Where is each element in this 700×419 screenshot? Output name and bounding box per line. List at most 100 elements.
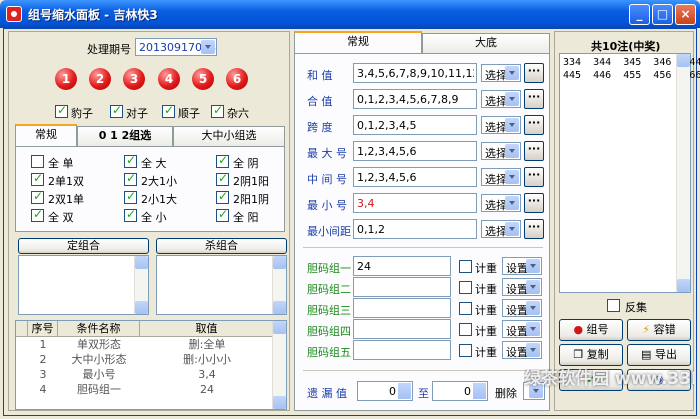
missing-to-input[interactable]: 0: [432, 381, 488, 401]
mid-select[interactable]: 选择: [481, 168, 521, 186]
tab-dazhongxiao[interactable]: 大中小组选: [173, 126, 285, 146]
hezhi2-input[interactable]: 0,1,2,3,4,5,6,7,8,9: [353, 89, 477, 109]
ball-5[interactable]: 5: [192, 68, 214, 90]
dan-weight-check-4[interactable]: [459, 323, 472, 336]
chevron-down-icon[interactable]: [526, 280, 540, 294]
opt-quan-shuang[interactable]: [31, 207, 44, 222]
kill-combo-textbox[interactable]: [156, 255, 287, 315]
mid-input[interactable]: 1,2,3,4,5,6: [353, 167, 477, 187]
scrollbar[interactable]: [676, 54, 690, 292]
kuadu-more-button[interactable]: ···: [524, 115, 544, 135]
table-row[interactable]: 2 大中小形态 删:小小小: [16, 353, 274, 367]
ball-4[interactable]: 4: [158, 68, 180, 90]
fixed-combo-button[interactable]: 定组合: [18, 238, 149, 254]
max-more-button[interactable]: ···: [524, 141, 544, 161]
maximize-button[interactable]: □: [652, 4, 673, 25]
copy-button[interactable]: ❐ 复制: [559, 344, 623, 366]
mid-more-button[interactable]: ···: [524, 167, 544, 187]
scroll-up-icon[interactable]: [135, 256, 148, 269]
spinner-icon[interactable]: [398, 383, 411, 399]
scroll-down-icon[interactable]: [273, 301, 286, 314]
scroll-up-icon[interactable]: [273, 321, 286, 334]
min-select[interactable]: 选择: [481, 194, 521, 212]
mingap-more-button[interactable]: ···: [524, 219, 544, 239]
chevron-down-icon[interactable]: [505, 92, 519, 106]
max-select[interactable]: 选择: [481, 142, 521, 160]
tab-middle-normal[interactable]: 常规: [294, 31, 422, 53]
check-zaliu[interactable]: [211, 103, 224, 118]
hezhi2-select[interactable]: 选择: [481, 90, 521, 108]
mingap-input[interactable]: 0,1,2: [353, 219, 477, 239]
group-number-button[interactable]: ● 组号: [559, 319, 623, 341]
opt-2yang1yin[interactable]: [216, 189, 229, 204]
hezhi-input[interactable]: 3,4,5,6,7,8,9,10,11,12,: [353, 63, 477, 83]
dan-weight-check-2[interactable]: [459, 281, 472, 294]
opt-quan-da[interactable]: [124, 153, 137, 168]
conditions-grid[interactable]: 序号 条件名称 取值 1 单双形态 删:全单 2 大中小形态 删:小小小 3 最…: [15, 320, 287, 410]
kill-combo-button[interactable]: 杀组合: [156, 238, 287, 254]
scrollbar[interactable]: [134, 256, 148, 314]
min-more-button[interactable]: ···: [524, 193, 544, 213]
tab-normal[interactable]: 常规: [15, 124, 77, 146]
chevron-down-icon[interactable]: [505, 222, 519, 236]
table-row[interactable]: 1 单双形态 删:全单: [16, 338, 274, 352]
spinner-icon[interactable]: [473, 383, 486, 399]
opt-2dan1shuang[interactable]: [31, 171, 44, 186]
scroll-down-icon[interactable]: [273, 396, 286, 409]
period-select[interactable]: 20130917058: [135, 38, 217, 56]
dan-input-1[interactable]: 24: [353, 256, 451, 276]
kuadu-input[interactable]: 0,1,2,3,4,5: [353, 115, 477, 135]
chevron-down-icon[interactable]: [505, 118, 519, 132]
scrollbar[interactable]: [272, 321, 286, 409]
opt-quan-yang[interactable]: [216, 207, 229, 222]
ball-2[interactable]: 2: [89, 68, 111, 90]
hezhi-more-button[interactable]: ···: [524, 63, 544, 83]
tolerance-button[interactable]: ⚡ 容错: [627, 319, 691, 341]
opt-quan-yin[interactable]: [216, 153, 229, 168]
chevron-down-icon[interactable]: [526, 343, 540, 357]
mingap-select[interactable]: 选择: [481, 220, 521, 238]
table-row[interactable]: 4 胆码组一 24: [16, 383, 274, 397]
max-input[interactable]: 1,2,3,4,5,6: [353, 141, 477, 161]
check-shunzi[interactable]: [162, 103, 175, 118]
min-input[interactable]: 3,4: [353, 193, 477, 213]
opt-2yin1yang[interactable]: [216, 171, 229, 186]
dan-set-select-5[interactable]: 设置: [502, 341, 542, 359]
chevron-down-icon[interactable]: [505, 144, 519, 158]
tab-012[interactable]: 0 1 2组选: [77, 126, 173, 146]
fixed-combo-textbox[interactable]: [18, 255, 149, 315]
opt-2xiao1da[interactable]: [124, 189, 137, 204]
check-duizi[interactable]: [110, 103, 123, 118]
opt-2shuang1dan[interactable]: [31, 189, 44, 204]
ball-6[interactable]: 6: [226, 68, 248, 90]
dan-input-4[interactable]: [353, 319, 451, 339]
chevron-down-icon[interactable]: [505, 196, 519, 210]
scroll-up-icon[interactable]: [273, 256, 286, 269]
dan-weight-check-3[interactable]: [459, 302, 472, 315]
chevron-down-icon[interactable]: [201, 40, 215, 54]
table-row[interactable]: 3 最小号 3,4: [16, 368, 274, 382]
hezhi-select[interactable]: 选择: [481, 64, 521, 82]
kuadu-select[interactable]: 选择: [481, 116, 521, 134]
scrollbar[interactable]: [272, 256, 286, 314]
chevron-down-icon[interactable]: [526, 301, 540, 315]
dan-set-select-1[interactable]: 设置: [502, 257, 542, 275]
close-button[interactable]: ×: [675, 4, 696, 25]
export-button[interactable]: ▤ 导出: [627, 344, 691, 366]
dan-set-select-2[interactable]: 设置: [502, 278, 542, 296]
dan-set-select-3[interactable]: 设置: [502, 299, 542, 317]
reverse-check[interactable]: [607, 299, 620, 312]
opt-quan-xiao[interactable]: [124, 207, 137, 222]
dan-input-3[interactable]: [353, 298, 451, 318]
results-list[interactable]: 334 344 345 346 444 445 446 455 456 466: [559, 53, 700, 293]
hezhi2-more-button[interactable]: ···: [524, 89, 544, 109]
chevron-down-icon[interactable]: [505, 170, 519, 184]
ball-3[interactable]: 3: [123, 68, 145, 90]
opt-2da1xiao[interactable]: [124, 171, 137, 186]
tab-dadi[interactable]: 大底: [422, 33, 550, 53]
ball-1[interactable]: 1: [55, 68, 77, 90]
scroll-up-icon[interactable]: [677, 54, 690, 67]
check-baozi[interactable]: [55, 103, 68, 118]
chevron-down-icon[interactable]: [505, 66, 519, 80]
dan-weight-check-5[interactable]: [459, 344, 472, 357]
